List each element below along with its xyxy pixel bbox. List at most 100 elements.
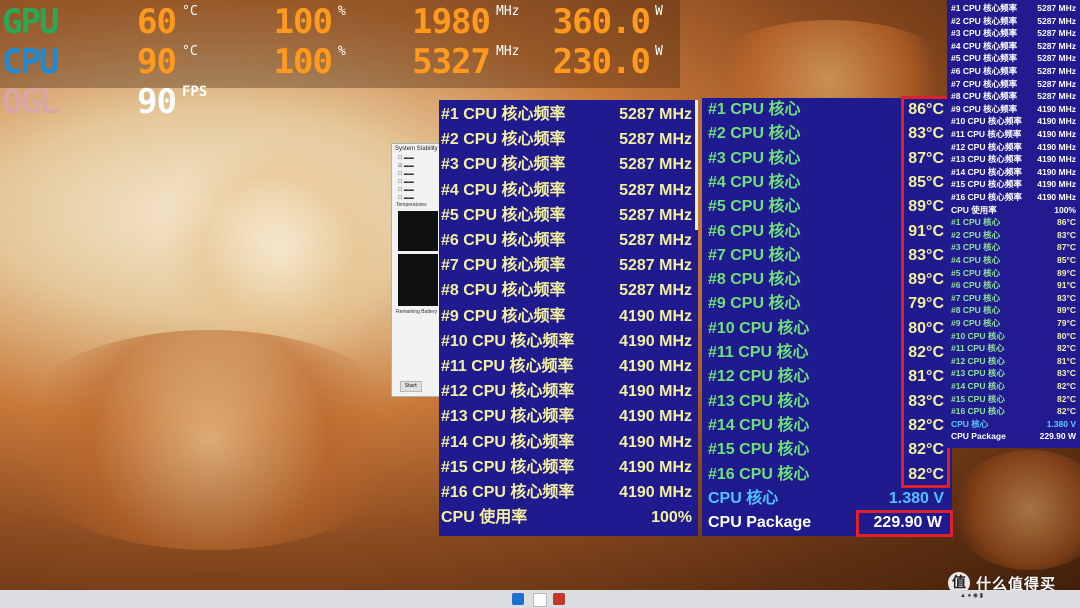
list-freq-row-value: 5287 MHz [1037,78,1076,89]
list-temp-row: #14 CPU 核心 82°C [951,380,1076,393]
list-temp-row-label: #10 CPU 核心 [951,330,1005,341]
list-temp-row: #12 CPU 核心 81°C [951,355,1076,368]
list-freq-row-label: #9 CPU 核心频率 [951,103,1018,114]
list-freq-row: #11 CPU 核心频率 4190 MHz [951,128,1076,141]
usage-graph [398,254,438,306]
freq-row-label: CPU 使用率 [441,509,528,527]
list-freq-row-value: 5287 MHz [1037,40,1076,51]
osd-cpu-load-unit: % [338,44,346,59]
list-freq-row: #5 CPU 核心频率 5287 MHz [951,52,1076,65]
temp-row-label: #5 CPU 核心 [708,198,801,216]
list-temp-row-value: 81°C [1057,355,1076,366]
osd-gpu-power: 360.0 [552,2,651,42]
list-freq-row-label: #11 CPU 核心频率 [951,129,1022,139]
temp-row-label: #13 CPU 核心 [708,392,810,410]
list-temp-row-value: 80°C [1057,330,1076,341]
cpu-frequency-panel: #1 CPU 核心频率 5287 MHz #2 CPU 核心频率 5287 MHz #3… [439,100,698,536]
list-freq-row-label: #5 CPU 核心频率 [951,53,1018,64]
osd-gpu-clock: 1980 [412,2,491,42]
list-freq-row-label: #1 CPU 核心频率 [951,3,1018,13]
freq-row: #15 CPU 核心频率 4190 MHz [439,456,698,480]
windows-start-icon[interactable] [512,593,524,605]
list-temp-row-label: #4 CPU 核心 [951,255,1001,265]
system-stability-window[interactable]: System Stability ☐ ▬▬ ☑ ▬▬ ☐ ▬▬ ☐ ▬▬ ☐ ▬… [391,143,445,397]
freq-row-label: #6 CPU 核心频率 [441,232,566,249]
stress-option[interactable]: ☐ ▬▬ [392,154,444,162]
list-temp-row-value: 83°C [1057,368,1076,379]
app-icon[interactable] [533,593,547,607]
freq-row-value: 5287 MHz [619,257,692,275]
stress-option[interactable]: ☐ ▬▬ [392,186,444,194]
osd-cpu-temp-unit: °C [182,44,198,59]
list-freq-row: #4 CPU 核心频率 5287 MHz [951,40,1076,53]
temp-row-label: #15 CPU 核心 [708,441,810,459]
temperature-graph [398,211,438,251]
list-temp-row-value: 82°C [1057,343,1076,354]
freq-row: #9 CPU 核心频率 4190 MHz [439,305,698,329]
list-freq-row-label: #8 CPU 核心频率 [951,91,1018,102]
list-temp-row-label: #8 CPU 核心 [951,305,1001,316]
freq-row-label: #7 CPU 核心频率 [441,257,566,275]
stress-option[interactable]: ☐ ▬▬ [392,194,444,202]
temp-row-label: #10 CPU 核心 [708,319,810,337]
list-usage-row: CPU 使用率 100% [951,204,1076,217]
stress-option[interactable]: ☐ ▬▬ [392,170,444,178]
osd-cpu-load: 100 [273,42,333,82]
list-freq-row-value: 5287 MHz [1037,53,1076,64]
package-power-highlight-box [856,510,953,537]
freq-row: #8 CPU 核心频率 5287 MHz [439,279,698,303]
stress-option[interactable]: ☑ ▬▬ [392,162,444,170]
list-freq-row-label: #12 CPU 核心频率 [951,141,1022,152]
list-freq-row: #15 CPU 核心频率 4190 MHz [951,178,1076,191]
list-temp-row: #4 CPU 核心 85°C [951,254,1076,267]
list-freq-row-value: 5287 MHz [1037,28,1076,39]
temp-row-label: #11 CPU 核心 [708,344,809,361]
list-temp-row: #11 CPU 核心 82°C [951,342,1076,355]
list-temp-row: #2 CPU 核心 83°C [951,229,1076,242]
freq-row-label: #16 CPU 核心频率 [441,484,575,501]
osd-name-gpu: GPU [2,2,59,42]
list-freq-row-label: #3 CPU 核心频率 [951,28,1018,39]
temperature-highlight-box [901,96,950,488]
list-freq-row: #1 CPU 核心频率 5287 MHz [951,2,1076,15]
list-temp-row-value: 82°C [1057,381,1076,391]
list-temp-row-value: 79°C [1057,318,1076,328]
tray-icons[interactable]: ▲ ● ◉ ▮ [960,592,983,599]
freq-row-label: #14 CPU 核心频率 [441,433,575,451]
list-temp-row: #16 CPU 核心 82°C [951,405,1076,418]
list-freq-row-label: #7 CPU 核心频率 [951,78,1018,89]
app-icon[interactable] [553,593,565,605]
freq-row-label: #10 CPU 核心频率 [441,332,575,350]
freq-row: #16 CPU 核心频率 4190 MHz [439,481,698,505]
osd-fps-value: 90 [137,82,177,122]
freq-row-label: #1 CPU 核心频率 [441,106,566,123]
list-temp-row-label: #9 CPU 核心 [951,318,1001,328]
list-temp-row: #1 CPU 核心 86°C [951,216,1076,229]
list-freq-row: #2 CPU 核心频率 5287 MHz [951,15,1076,28]
list-temp-row-label: #1 CPU 核心 [951,217,1001,228]
osd-name-cpu: CPU [2,42,59,82]
list-freq-row-label: #10 CPU 核心频率 [951,116,1022,127]
wallpaper-swirl [950,450,1080,570]
freq-row: #6 CPU 核心频率 5287 MHz [439,229,698,253]
list-freq-row-value: 4190 MHz [1037,179,1076,190]
list-freq-row-label: #6 CPU 核心频率 [951,66,1018,76]
freq-row: #7 CPU 核心频率 5287 MHz [439,254,698,278]
list-temp-row-value: 86°C [1057,217,1076,228]
taskbar: ▲ ● ◉ ▮ [0,590,1080,608]
osd-cpu-power-unit: W [655,44,663,59]
list-freq-row-value: 5287 MHz [1037,91,1076,102]
temp-row-label: #1 CPU 核心 [708,101,801,118]
temp-row-label: #4 CPU 核心 [708,173,801,191]
list-temp-row-label: #11 CPU 核心 [951,343,1005,354]
list-freq-row: #10 CPU 核心频率 4190 MHz [951,115,1076,128]
list-temp-row-value: 82°C [1057,393,1076,404]
list-freq-row: #8 CPU 核心频率 5287 MHz [951,90,1076,103]
stress-option[interactable]: ☐ ▬▬ [392,178,444,186]
freq-row-label: #13 CPU 核心频率 [441,408,575,426]
list-temp-row-value: 91°C [1057,280,1076,291]
list-temp-row: #6 CPU 核心 91°C [951,279,1076,292]
start-button[interactable]: Start [400,381,422,392]
freq-row-value: 100% [651,509,692,527]
freq-row: #14 CPU 核心频率 4190 MHz [439,431,698,455]
